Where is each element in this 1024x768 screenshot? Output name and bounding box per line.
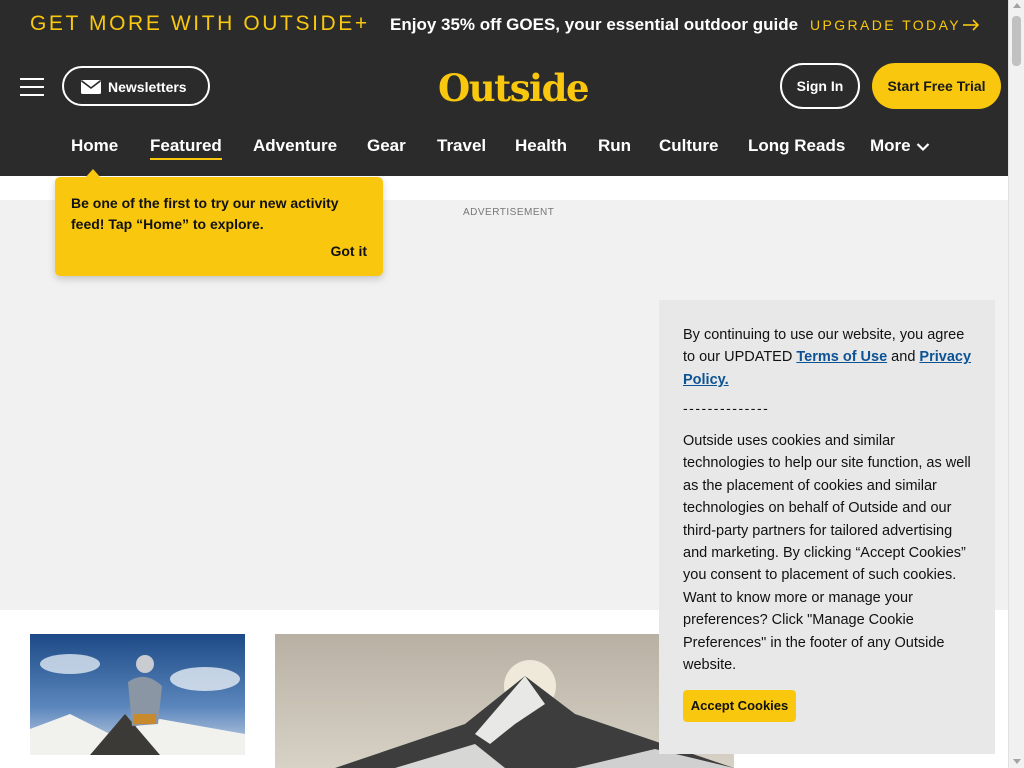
arrow-right-icon[interactable] xyxy=(962,16,980,34)
promo-bar[interactable]: GET MORE WITH OUTSIDE+ Enjoy 35% off GOE… xyxy=(0,0,1008,52)
nav-item-featured[interactable]: Featured xyxy=(150,136,222,160)
cookie-consent-panel: By continuing to use our website, you ag… xyxy=(659,300,995,754)
start-free-trial-button[interactable]: Start Free Trial xyxy=(872,63,1001,109)
advertisement-label: ADVERTISEMENT xyxy=(463,207,555,218)
envelope-icon xyxy=(81,80,101,94)
menu-icon[interactable] xyxy=(20,78,44,96)
nav-item-travel[interactable]: Travel xyxy=(437,136,486,156)
accept-cookies-button[interactable]: Accept Cookies xyxy=(683,690,796,722)
nav-item-run[interactable]: Run xyxy=(598,136,631,156)
promo-offer-text: Enjoy 35% off GOES, your essential outdo… xyxy=(390,15,799,34)
signin-button[interactable]: Sign In xyxy=(780,63,860,109)
chevron-down-icon[interactable] xyxy=(916,142,930,152)
nav-item-home[interactable]: Home xyxy=(71,136,118,156)
nav-item-more[interactable]: More xyxy=(870,136,911,156)
site-header: Newsletters Outside Sign In Start Free T… xyxy=(0,52,1008,176)
scroll-up-arrow-icon[interactable] xyxy=(1013,3,1021,8)
article-image-climber[interactable] xyxy=(30,634,245,755)
cookie-and-text: and xyxy=(887,349,920,366)
newsletters-button[interactable]: Newsletters xyxy=(62,66,210,106)
nav-item-long-reads[interactable]: Long Reads xyxy=(748,136,845,156)
nav-item-gear[interactable]: Gear xyxy=(367,136,406,156)
upgrade-link[interactable]: UPGRADE TODAY xyxy=(810,17,961,33)
scroll-down-arrow-icon[interactable] xyxy=(1013,759,1021,764)
nav-item-health[interactable]: Health xyxy=(515,136,567,156)
terms-of-use-link[interactable]: Terms of Use xyxy=(796,349,887,365)
got-it-button[interactable]: Got it xyxy=(330,243,367,259)
activity-feed-tooltip: Be one of the first to try our new activ… xyxy=(55,169,383,276)
site-logo[interactable]: Outside xyxy=(438,66,590,110)
climber-photo xyxy=(30,634,245,755)
scrollbar[interactable] xyxy=(1008,0,1024,768)
main-nav: Home Featured Adventure Gear Travel Heal… xyxy=(0,136,1008,162)
tooltip-message: Be one of the first to try our new activ… xyxy=(71,195,339,232)
cookie-intro: By continuing to use our website, you ag… xyxy=(683,324,973,391)
nav-item-adventure[interactable]: Adventure xyxy=(253,136,337,156)
scroll-thumb[interactable] xyxy=(1012,16,1021,66)
newsletters-label: Newsletters xyxy=(108,79,187,95)
promo-headline: GET MORE WITH OUTSIDE+ xyxy=(30,12,370,35)
cookie-body: Outside uses cookies and similar technol… xyxy=(683,433,971,674)
nav-item-culture[interactable]: Culture xyxy=(659,136,719,156)
cookie-divider: -------------- xyxy=(683,400,770,416)
